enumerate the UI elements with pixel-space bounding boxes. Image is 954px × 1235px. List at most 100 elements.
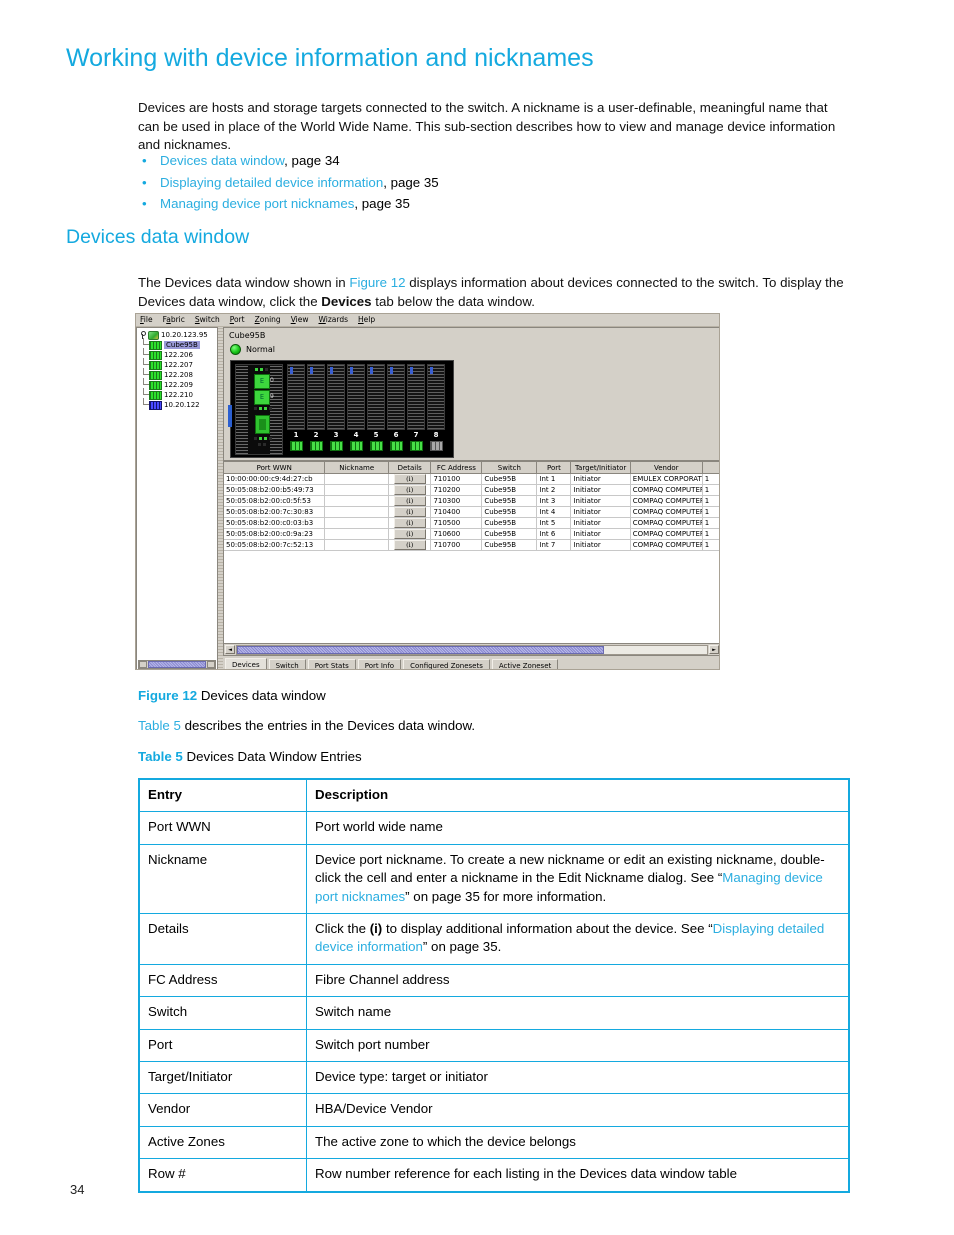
bullet-link[interactable]: Displaying detailed device information bbox=[160, 175, 383, 190]
tab-port-stats[interactable]: Port Stats bbox=[307, 659, 356, 669]
cell-vendor[interactable]: COMPAQ COMPUTER C... bbox=[630, 517, 703, 529]
port-graphic-1[interactable]: 1 bbox=[287, 364, 305, 453]
scroll-thumb[interactable] bbox=[148, 661, 206, 668]
tree-item-Cube95B[interactable]: Cube95B bbox=[139, 338, 216, 350]
cell-extra[interactable]: 1 bbox=[702, 473, 719, 485]
cell-details[interactable]: (i) bbox=[388, 506, 432, 518]
devices-table-row[interactable]: 50:05:08:b2:00:7c:52:13 (i) 710700 Cube9… bbox=[224, 539, 719, 551]
cell-port-wwn[interactable]: 10:00:00:00:c9:4d:27:cb bbox=[224, 473, 326, 485]
port-graphic-3[interactable]: 3 bbox=[327, 364, 345, 453]
menu-wizards[interactable]: Wizards bbox=[319, 315, 349, 325]
cell-fc-address[interactable]: 710300 bbox=[430, 495, 483, 507]
cell-switch[interactable]: Cube95B bbox=[481, 506, 538, 518]
cell-port-wwn[interactable]: 50:05:08:b2:00:c0:9a:23 bbox=[224, 528, 326, 540]
tree-horizontal-scrollbar[interactable] bbox=[138, 660, 216, 669]
cell-port[interactable]: Int 3 bbox=[536, 495, 572, 507]
details-info-button[interactable]: (i) bbox=[393, 518, 426, 528]
cell-details[interactable]: (i) bbox=[388, 528, 432, 540]
devices-col-header[interactable]: FC Address bbox=[430, 462, 483, 474]
bullet-link[interactable]: Devices data window bbox=[160, 153, 284, 168]
details-info-button[interactable]: (i) bbox=[393, 529, 426, 539]
cell-switch[interactable]: Cube95B bbox=[481, 528, 538, 540]
details-info-button[interactable]: (i) bbox=[393, 540, 426, 550]
menu-fabric[interactable]: Fabric bbox=[163, 315, 185, 325]
tab-switch[interactable]: Switch bbox=[268, 659, 306, 669]
cell-details[interactable]: (i) bbox=[388, 473, 432, 485]
port-graphic-4[interactable]: 4 bbox=[347, 364, 365, 453]
cell-nickname[interactable] bbox=[324, 495, 389, 507]
cell-target-initiator[interactable]: Initiator bbox=[570, 539, 631, 551]
devices-col-header[interactable]: Nickname bbox=[324, 462, 389, 474]
devices-table-row[interactable]: 50:05:08:b2:00:c0:5f:53 (i) 710300 Cube9… bbox=[224, 495, 719, 507]
cell-port-wwn[interactable]: 50:05:08:b2:00:b5:49:73 bbox=[224, 484, 326, 496]
cell-target-initiator[interactable]: Initiator bbox=[570, 484, 631, 496]
cell-details[interactable]: (i) bbox=[388, 484, 432, 496]
cell-fc-address[interactable]: 710100 bbox=[430, 473, 483, 485]
tree-item-10.20.122[interactable]: 10.20.122 bbox=[139, 398, 216, 410]
cell-fc-address[interactable]: 710400 bbox=[430, 506, 483, 518]
details-info-button[interactable]: (i) bbox=[393, 507, 426, 517]
cell-fc-address[interactable]: 710600 bbox=[430, 528, 483, 540]
cell-port[interactable]: Int 6 bbox=[536, 528, 572, 540]
cell-nickname[interactable] bbox=[324, 484, 389, 496]
menu-switch[interactable]: Switch bbox=[195, 315, 220, 325]
tab-active-zoneset[interactable]: Active Zoneset bbox=[491, 659, 559, 669]
devices-table-row[interactable]: 50:05:08:b2:00:c0:9a:23 (i) 710600 Cube9… bbox=[224, 528, 719, 540]
details-info-button[interactable]: (i) bbox=[393, 485, 426, 495]
cell-switch[interactable]: Cube95B bbox=[481, 484, 538, 496]
devices-col-header[interactable]: Switch bbox=[481, 462, 538, 474]
cell-port-wwn[interactable]: 50:05:08:b2:00:7c:52:13 bbox=[224, 539, 326, 551]
cell-vendor[interactable]: COMPAQ COMPUTER C... bbox=[630, 495, 703, 507]
cell-port-wwn[interactable]: 50:05:08:b2:00:7c:30:83 bbox=[224, 506, 326, 518]
scroll-left-arrow-icon[interactable] bbox=[139, 661, 147, 668]
scroll-left-arrow-icon[interactable]: ◄ bbox=[225, 645, 235, 654]
port-graphic-5[interactable]: 5 bbox=[367, 364, 385, 453]
tree-root-node[interactable]: 10.20.123.95 bbox=[139, 330, 216, 340]
cell-port[interactable]: Int 1 bbox=[536, 473, 572, 485]
cell-vendor[interactable]: COMPAQ COMPUTER C... bbox=[630, 484, 703, 496]
table-5-link[interactable]: Table 5 bbox=[138, 718, 181, 733]
menu-file[interactable]: File bbox=[140, 315, 153, 325]
cell-target-initiator[interactable]: Initiator bbox=[570, 473, 631, 485]
cell-extra[interactable]: 1 bbox=[702, 495, 719, 507]
cell-vendor[interactable]: COMPAQ COMPUTER C... bbox=[630, 528, 703, 540]
cell-extra[interactable]: 1 bbox=[702, 484, 719, 496]
cell-port[interactable]: Int 7 bbox=[536, 539, 572, 551]
cell-port[interactable]: Int 2 bbox=[536, 484, 572, 496]
cell-extra[interactable]: 1 bbox=[702, 528, 719, 540]
cell-vendor[interactable]: COMPAQ COMPUTER C... bbox=[630, 506, 703, 518]
cell-fc-address[interactable]: 710500 bbox=[430, 517, 483, 529]
cell-target-initiator[interactable]: Initiator bbox=[570, 495, 631, 507]
switch-faceplate-view[interactable]: Cube95B Normal E 0 E 9 1 2 3 4 5 6 7 8 bbox=[223, 327, 719, 461]
data-window-horizontal-scrollbar[interactable]: ◄ ► bbox=[224, 643, 719, 655]
tab-devices[interactable]: Devices bbox=[225, 658, 267, 669]
cell-target-initiator[interactable]: Initiator bbox=[570, 528, 631, 540]
tab-port-info[interactable]: Port Info bbox=[357, 659, 402, 669]
devices-table-row[interactable]: 50:05:08:b2:00:b5:49:73 (i) 710200 Cube9… bbox=[224, 484, 719, 496]
cell-extra[interactable]: 1 bbox=[702, 539, 719, 551]
scroll-thumb[interactable] bbox=[237, 645, 604, 654]
cell-port-wwn[interactable]: 50:05:08:b2:00:c0:03:b3 bbox=[224, 517, 326, 529]
devices-col-header[interactable]: Port bbox=[536, 462, 572, 474]
bullet-link[interactable]: Managing device port nicknames bbox=[160, 196, 354, 211]
tree-item-122.209[interactable]: 122.209 bbox=[139, 378, 216, 390]
cell-switch[interactable]: Cube95B bbox=[481, 495, 538, 507]
devices-table-row[interactable]: 50:05:08:b2:00:7c:30:83 (i) 710400 Cube9… bbox=[224, 506, 719, 518]
menu-port[interactable]: Port bbox=[230, 315, 245, 325]
scroll-track[interactable] bbox=[236, 644, 708, 655]
cell-switch[interactable]: Cube95B bbox=[481, 517, 538, 529]
cell-nickname[interactable] bbox=[324, 473, 389, 485]
tree-item-122.210[interactable]: 122.210 bbox=[139, 388, 216, 400]
menu-view[interactable]: View bbox=[291, 315, 309, 325]
cell-nickname[interactable] bbox=[324, 539, 389, 551]
devices-table-row[interactable]: 10:00:00:00:c9:4d:27:cb (i) 710100 Cube9… bbox=[224, 473, 719, 485]
devices-table-row[interactable]: 50:05:08:b2:00:c0:03:b3 (i) 710500 Cube9… bbox=[224, 517, 719, 529]
details-info-button[interactable]: (i) bbox=[393, 474, 426, 484]
figure-12-link[interactable]: Figure 12 bbox=[349, 275, 405, 290]
devices-col-header[interactable] bbox=[702, 462, 719, 474]
devices-col-header[interactable]: Vendor bbox=[630, 462, 703, 474]
cell-port[interactable]: Int 5 bbox=[536, 517, 572, 529]
devices-table[interactable]: Port WWN Nickname Details FC Address Switch P… bbox=[224, 462, 719, 551]
details-info-button[interactable]: (i) bbox=[393, 496, 426, 506]
port-graphic-8[interactable]: 8 bbox=[427, 364, 445, 453]
